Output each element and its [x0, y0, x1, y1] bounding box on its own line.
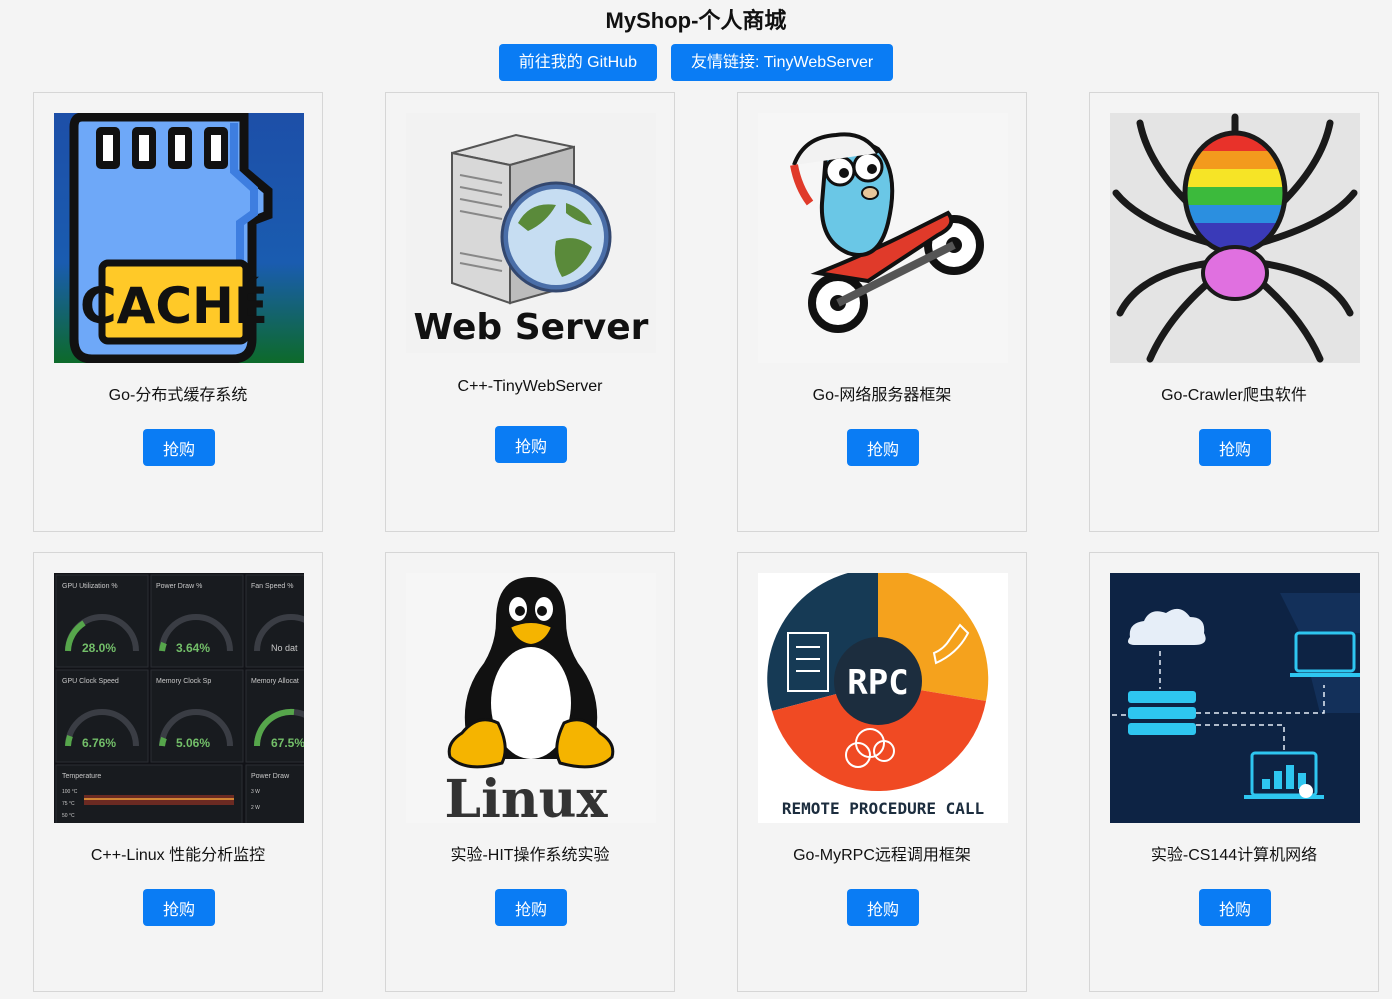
product-card: Go-Crawler爬虫软件 抢购 — [1089, 92, 1379, 532]
product-title: Go-Crawler爬虫软件 — [1161, 387, 1307, 404]
buy-button[interactable]: 抢购 — [495, 889, 567, 926]
panel-value: 28.0% — [82, 641, 116, 655]
panel-label: Power Draw % — [156, 583, 202, 590]
product-title: Go-分布式缓存系统 — [108, 387, 248, 404]
product-image-cache[interactable]: CACHÉ — [54, 113, 304, 363]
product-card: RPC REMOTE PROCEDURE CALL Go-MyRPC远程调用框架… — [737, 552, 1027, 992]
product-card: Web Server C++-TinyWebServer 抢购 — [385, 92, 675, 532]
panel-value: 5.06% — [176, 736, 210, 750]
buy-button[interactable]: 抢购 — [1199, 429, 1271, 466]
buy-button[interactable]: 抢购 — [495, 426, 567, 463]
product-image-dashboard[interactable]: GPU Utilization % Power Draw % Fan Speed… — [54, 573, 304, 823]
axis-tick: 3 W — [251, 789, 260, 795]
buy-button[interactable]: 抢购 — [143, 889, 215, 926]
panel-value: 3.64% — [176, 641, 210, 655]
panel-value: 67.5% — [271, 736, 304, 750]
product-card: CACHÉ Go-分布式缓存系统 抢购 — [33, 92, 323, 532]
product-card: Go-网络服务器框架 抢购 — [737, 92, 1027, 532]
linux-image-text: Linux — [445, 769, 609, 823]
product-image-rpc[interactable]: RPC REMOTE PROCEDURE CALL — [758, 573, 1008, 823]
product-image-network[interactable] — [1110, 573, 1360, 823]
panel-label: GPU Clock Speed — [62, 678, 119, 685]
panel-label: Temperature — [62, 773, 101, 780]
page-title: MyShop-个人商城 — [605, 8, 787, 33]
buy-button[interactable]: 抢购 — [143, 429, 215, 466]
axis-tick: 50 °C — [62, 813, 75, 819]
panel-label: Fan Speed % — [251, 583, 293, 590]
product-title: C++-Linux 性能分析监控 — [90, 847, 266, 864]
cache-image-text: CACHÉ — [80, 276, 268, 335]
tinywebserver-link-button[interactable]: 友情链接: TinyWebServer — [670, 44, 894, 81]
product-title: C++-TinyWebServer — [457, 378, 603, 395]
product-title: 实验-HIT操作系统实验 — [450, 847, 610, 864]
panel-value: No dat — [271, 643, 298, 653]
header-links: 前往我的 GitHub 友情链接: TinyWebServer — [0, 44, 1392, 81]
panel-label: Memory Allocat — [251, 678, 299, 685]
buy-button[interactable]: 抢购 — [1199, 889, 1271, 926]
product-title: 实验-CS144计算机网络 — [1150, 847, 1318, 864]
panel-label: Memory Clock Sp — [156, 678, 211, 685]
panel-label: GPU Utilization % — [62, 583, 118, 590]
product-image-webserver[interactable]: Web Server — [406, 113, 656, 363]
panel-value: 6.76% — [82, 736, 116, 750]
product-title: Go-MyRPC远程调用框架 — [793, 847, 971, 864]
webserver-image-text: Web Server — [414, 307, 649, 348]
product-image-spider[interactable] — [1110, 113, 1360, 363]
product-image-linux[interactable]: Linux — [406, 573, 656, 823]
github-link-button[interactable]: 前往我的 GitHub — [498, 44, 657, 81]
axis-tick: 100 °C — [62, 789, 78, 795]
buy-button[interactable]: 抢购 — [847, 889, 919, 926]
product-card: GPU Utilization % Power Draw % Fan Speed… — [33, 552, 323, 992]
axis-tick: 2 W — [251, 805, 260, 811]
rpc-image-text: RPC — [847, 663, 908, 703]
product-card: 实验-CS144计算机网络 抢购 — [1089, 552, 1379, 992]
panel-label: Power Draw — [251, 773, 290, 780]
product-image-gopher[interactable] — [758, 113, 1008, 363]
rpc-image-caption: REMOTE PROCEDURE CALL — [782, 799, 984, 818]
product-card: Linux 实验-HIT操作系统实验 抢购 — [385, 552, 675, 992]
product-title: Go-网络服务器框架 — [812, 387, 952, 404]
axis-tick: 75 °C — [62, 801, 75, 807]
buy-button[interactable]: 抢购 — [847, 429, 919, 466]
